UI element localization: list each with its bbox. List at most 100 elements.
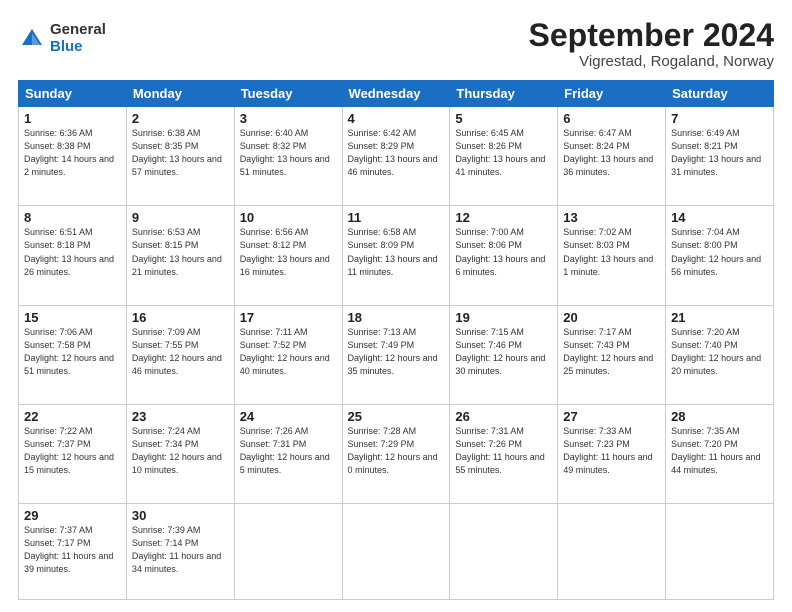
table-row: 15Sunrise: 7:06 AMSunset: 7:58 PMDayligh… — [19, 305, 127, 404]
table-row: 29Sunrise: 7:37 AMSunset: 7:17 PMDayligh… — [19, 504, 127, 600]
col-saturday: Saturday — [666, 81, 774, 107]
day-info: Sunrise: 7:24 AMSunset: 7:34 PMDaylight:… — [132, 425, 229, 477]
day-info: Sunrise: 7:22 AMSunset: 7:37 PMDaylight:… — [24, 425, 121, 477]
table-row: 11Sunrise: 6:58 AMSunset: 8:09 PMDayligh… — [342, 206, 450, 305]
day-number: 16 — [132, 310, 229, 325]
table-row: 13Sunrise: 7:02 AMSunset: 8:03 PMDayligh… — [558, 206, 666, 305]
day-number: 6 — [563, 111, 660, 126]
table-row: 16Sunrise: 7:09 AMSunset: 7:55 PMDayligh… — [126, 305, 234, 404]
day-number: 27 — [563, 409, 660, 424]
day-info: Sunrise: 6:58 AMSunset: 8:09 PMDaylight:… — [348, 226, 445, 278]
day-info: Sunrise: 6:49 AMSunset: 8:21 PMDaylight:… — [671, 127, 768, 179]
day-number: 23 — [132, 409, 229, 424]
day-number: 4 — [348, 111, 445, 126]
table-row — [342, 504, 450, 600]
day-info: Sunrise: 7:11 AMSunset: 7:52 PMDaylight:… — [240, 326, 337, 378]
table-row: 28Sunrise: 7:35 AMSunset: 7:20 PMDayligh… — [666, 404, 774, 503]
col-thursday: Thursday — [450, 81, 558, 107]
title-block: September 2024 Vigrestad, Rogaland, Norw… — [529, 18, 774, 70]
table-row — [450, 504, 558, 600]
day-info: Sunrise: 7:02 AMSunset: 8:03 PMDaylight:… — [563, 226, 660, 278]
logo-blue: Blue — [50, 39, 106, 56]
location: Vigrestad, Rogaland, Norway — [529, 53, 774, 70]
table-row: 6Sunrise: 6:47 AMSunset: 8:24 PMDaylight… — [558, 107, 666, 206]
table-row: 17Sunrise: 7:11 AMSunset: 7:52 PMDayligh… — [234, 305, 342, 404]
table-row: 24Sunrise: 7:26 AMSunset: 7:31 PMDayligh… — [234, 404, 342, 503]
table-row: 4Sunrise: 6:42 AMSunset: 8:29 PMDaylight… — [342, 107, 450, 206]
table-row: 22Sunrise: 7:22 AMSunset: 7:37 PMDayligh… — [19, 404, 127, 503]
day-number: 21 — [671, 310, 768, 325]
table-row: 14Sunrise: 7:04 AMSunset: 8:00 PMDayligh… — [666, 206, 774, 305]
col-monday: Monday — [126, 81, 234, 107]
day-number: 1 — [24, 111, 121, 126]
calendar-week-4: 22Sunrise: 7:22 AMSunset: 7:37 PMDayligh… — [19, 404, 774, 503]
day-info: Sunrise: 7:15 AMSunset: 7:46 PMDaylight:… — [455, 326, 552, 378]
table-row: 25Sunrise: 7:28 AMSunset: 7:29 PMDayligh… — [342, 404, 450, 503]
table-row: 21Sunrise: 7:20 AMSunset: 7:40 PMDayligh… — [666, 305, 774, 404]
day-number: 22 — [24, 409, 121, 424]
day-number: 10 — [240, 210, 337, 225]
table-row: 9Sunrise: 6:53 AMSunset: 8:15 PMDaylight… — [126, 206, 234, 305]
day-number: 5 — [455, 111, 552, 126]
day-info: Sunrise: 7:20 AMSunset: 7:40 PMDaylight:… — [671, 326, 768, 378]
day-info: Sunrise: 7:13 AMSunset: 7:49 PMDaylight:… — [348, 326, 445, 378]
day-info: Sunrise: 6:42 AMSunset: 8:29 PMDaylight:… — [348, 127, 445, 179]
calendar-week-3: 15Sunrise: 7:06 AMSunset: 7:58 PMDayligh… — [19, 305, 774, 404]
day-info: Sunrise: 7:00 AMSunset: 8:06 PMDaylight:… — [455, 226, 552, 278]
day-number: 15 — [24, 310, 121, 325]
day-number: 11 — [348, 210, 445, 225]
table-row: 19Sunrise: 7:15 AMSunset: 7:46 PMDayligh… — [450, 305, 558, 404]
table-row: 26Sunrise: 7:31 AMSunset: 7:26 PMDayligh… — [450, 404, 558, 503]
day-number: 29 — [24, 508, 121, 523]
day-number: 24 — [240, 409, 337, 424]
table-row: 5Sunrise: 6:45 AMSunset: 8:26 PMDaylight… — [450, 107, 558, 206]
logo-general: General — [50, 22, 106, 39]
table-row: 20Sunrise: 7:17 AMSunset: 7:43 PMDayligh… — [558, 305, 666, 404]
table-row: 27Sunrise: 7:33 AMSunset: 7:23 PMDayligh… — [558, 404, 666, 503]
day-info: Sunrise: 7:31 AMSunset: 7:26 PMDaylight:… — [455, 425, 552, 477]
col-wednesday: Wednesday — [342, 81, 450, 107]
header: General Blue September 2024 Vigrestad, R… — [18, 18, 774, 70]
day-number: 2 — [132, 111, 229, 126]
day-number: 9 — [132, 210, 229, 225]
day-number: 17 — [240, 310, 337, 325]
day-info: Sunrise: 7:17 AMSunset: 7:43 PMDaylight:… — [563, 326, 660, 378]
day-number: 25 — [348, 409, 445, 424]
table-row: 2Sunrise: 6:38 AMSunset: 8:35 PMDaylight… — [126, 107, 234, 206]
day-info: Sunrise: 7:04 AMSunset: 8:00 PMDaylight:… — [671, 226, 768, 278]
day-number: 19 — [455, 310, 552, 325]
logo-text: General Blue — [50, 22, 106, 55]
day-number: 14 — [671, 210, 768, 225]
day-info: Sunrise: 7:39 AMSunset: 7:14 PMDaylight:… — [132, 524, 229, 576]
day-info: Sunrise: 7:33 AMSunset: 7:23 PMDaylight:… — [563, 425, 660, 477]
calendar-week-2: 8Sunrise: 6:51 AMSunset: 8:18 PMDaylight… — [19, 206, 774, 305]
day-number: 20 — [563, 310, 660, 325]
table-row: 8Sunrise: 6:51 AMSunset: 8:18 PMDaylight… — [19, 206, 127, 305]
logo: General Blue — [18, 22, 106, 55]
day-info: Sunrise: 6:38 AMSunset: 8:35 PMDaylight:… — [132, 127, 229, 179]
logo-icon — [18, 25, 46, 53]
day-number: 26 — [455, 409, 552, 424]
day-number: 3 — [240, 111, 337, 126]
day-number: 18 — [348, 310, 445, 325]
day-info: Sunrise: 7:28 AMSunset: 7:29 PMDaylight:… — [348, 425, 445, 477]
calendar-header-row: Sunday Monday Tuesday Wednesday Thursday… — [19, 81, 774, 107]
day-info: Sunrise: 6:51 AMSunset: 8:18 PMDaylight:… — [24, 226, 121, 278]
table-row: 23Sunrise: 7:24 AMSunset: 7:34 PMDayligh… — [126, 404, 234, 503]
day-number: 13 — [563, 210, 660, 225]
day-info: Sunrise: 7:26 AMSunset: 7:31 PMDaylight:… — [240, 425, 337, 477]
table-row: 18Sunrise: 7:13 AMSunset: 7:49 PMDayligh… — [342, 305, 450, 404]
table-row: 12Sunrise: 7:00 AMSunset: 8:06 PMDayligh… — [450, 206, 558, 305]
table-row: 1Sunrise: 6:36 AMSunset: 8:38 PMDaylight… — [19, 107, 127, 206]
day-info: Sunrise: 6:47 AMSunset: 8:24 PMDaylight:… — [563, 127, 660, 179]
day-info: Sunrise: 6:36 AMSunset: 8:38 PMDaylight:… — [24, 127, 121, 179]
table-row: 30Sunrise: 7:39 AMSunset: 7:14 PMDayligh… — [126, 504, 234, 600]
month-title: September 2024 — [529, 18, 774, 53]
day-number: 12 — [455, 210, 552, 225]
day-info: Sunrise: 6:40 AMSunset: 8:32 PMDaylight:… — [240, 127, 337, 179]
day-info: Sunrise: 6:56 AMSunset: 8:12 PMDaylight:… — [240, 226, 337, 278]
day-info: Sunrise: 6:45 AMSunset: 8:26 PMDaylight:… — [455, 127, 552, 179]
day-info: Sunrise: 7:06 AMSunset: 7:58 PMDaylight:… — [24, 326, 121, 378]
table-row — [234, 504, 342, 600]
day-number: 30 — [132, 508, 229, 523]
